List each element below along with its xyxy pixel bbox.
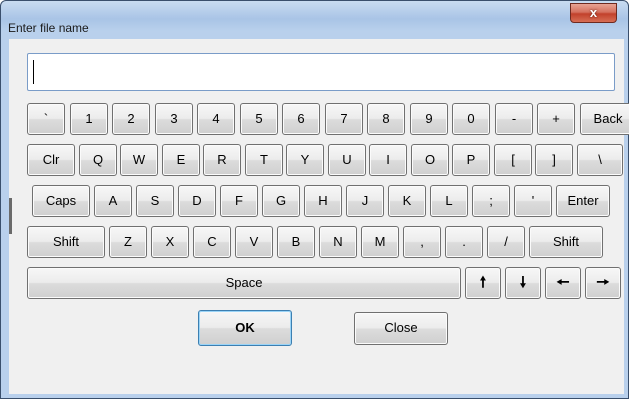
key-minus[interactable]: - xyxy=(495,103,533,135)
key-comma[interactable]: , xyxy=(403,226,441,258)
key-t[interactable]: T xyxy=(245,144,283,176)
ok-button[interactable]: OK xyxy=(198,310,292,346)
key-r[interactable]: R xyxy=(203,144,241,176)
key-w[interactable]: W xyxy=(120,144,158,176)
dialog-client-area: ` 1 2 3 4 5 6 7 8 9 0- + Back Clr Q W E R T Y U I O P[] \ Caps A S D… xyxy=(9,39,629,394)
key-space[interactable]: Space xyxy=(27,267,461,299)
key-y[interactable]: Y xyxy=(286,144,324,176)
key-left-shift[interactable]: Shift xyxy=(27,226,105,258)
key-backtick[interactable]: ` xyxy=(27,103,65,135)
key-q[interactable]: Q xyxy=(79,144,117,176)
key-back[interactable]: Back xyxy=(580,103,629,135)
key-s[interactable]: S xyxy=(136,185,174,217)
arrow-right-icon[interactable]: 🠖 xyxy=(585,267,621,299)
window-title: Enter file name xyxy=(8,21,89,35)
key-semicolon[interactable]: ; xyxy=(472,185,510,217)
key-7[interactable]: 7 xyxy=(325,103,363,135)
key-2[interactable]: 2 xyxy=(112,103,150,135)
key-u[interactable]: U xyxy=(328,144,366,176)
close-button[interactable]: Close xyxy=(354,312,448,345)
key-p[interactable]: P xyxy=(452,144,490,176)
key-enter[interactable]: Enter xyxy=(556,185,610,217)
title-bar[interactable]: Enter file name x xyxy=(1,1,628,39)
key-9[interactable]: 9 xyxy=(410,103,448,135)
key-z[interactable]: Z xyxy=(109,226,147,258)
key-c[interactable]: C xyxy=(193,226,231,258)
key-apostrophe[interactable]: ' xyxy=(514,185,552,217)
arrow-left-icon[interactable]: 🠔 xyxy=(545,267,581,299)
window-close-button[interactable]: x xyxy=(570,3,617,23)
key-i[interactable]: I xyxy=(369,144,407,176)
key-8[interactable]: 8 xyxy=(367,103,405,135)
key-k[interactable]: K xyxy=(388,185,426,217)
key-left-bracket[interactable]: [ xyxy=(494,144,532,176)
key-d[interactable]: D xyxy=(178,185,216,217)
key-b[interactable]: B xyxy=(277,226,315,258)
key-5[interactable]: 5 xyxy=(240,103,278,135)
key-h[interactable]: H xyxy=(304,185,342,217)
key-slash[interactable]: / xyxy=(487,226,525,258)
key-clr[interactable]: Clr xyxy=(27,144,75,176)
text-caret xyxy=(33,60,34,84)
key-plus[interactable]: + xyxy=(537,103,575,135)
key-g[interactable]: G xyxy=(262,185,300,217)
key-4[interactable]: 4 xyxy=(197,103,235,135)
key-period[interactable]: . xyxy=(445,226,483,258)
key-l[interactable]: L xyxy=(430,185,468,217)
key-j[interactable]: J xyxy=(346,185,384,217)
key-right-shift[interactable]: Shift xyxy=(529,226,603,258)
key-0[interactable]: 0 xyxy=(452,103,490,135)
key-6[interactable]: 6 xyxy=(282,103,320,135)
dialog-window: Enter file name x ` 1 2 3 4 5 6 7 8 9 0- + Back Clr Q W… xyxy=(0,0,629,399)
arrow-up-icon[interactable]: 🠕 xyxy=(465,267,501,299)
key-3[interactable]: 3 xyxy=(155,103,193,135)
key-caps[interactable]: Caps xyxy=(32,185,90,217)
key-v[interactable]: V xyxy=(235,226,273,258)
key-e[interactable]: E xyxy=(162,144,200,176)
arrow-down-icon[interactable]: 🠗 xyxy=(505,267,541,299)
key-f[interactable]: F xyxy=(220,185,258,217)
key-n[interactable]: N xyxy=(319,226,357,258)
key-a[interactable]: A xyxy=(94,185,132,217)
key-1[interactable]: 1 xyxy=(70,103,108,135)
side-handle xyxy=(9,198,12,234)
key-m[interactable]: M xyxy=(361,226,399,258)
key-backslash[interactable]: \ xyxy=(577,144,623,176)
key-o[interactable]: O xyxy=(411,144,449,176)
filename-input[interactable] xyxy=(27,53,615,91)
key-right-bracket[interactable]: ] xyxy=(535,144,573,176)
key-x[interactable]: X xyxy=(151,226,189,258)
